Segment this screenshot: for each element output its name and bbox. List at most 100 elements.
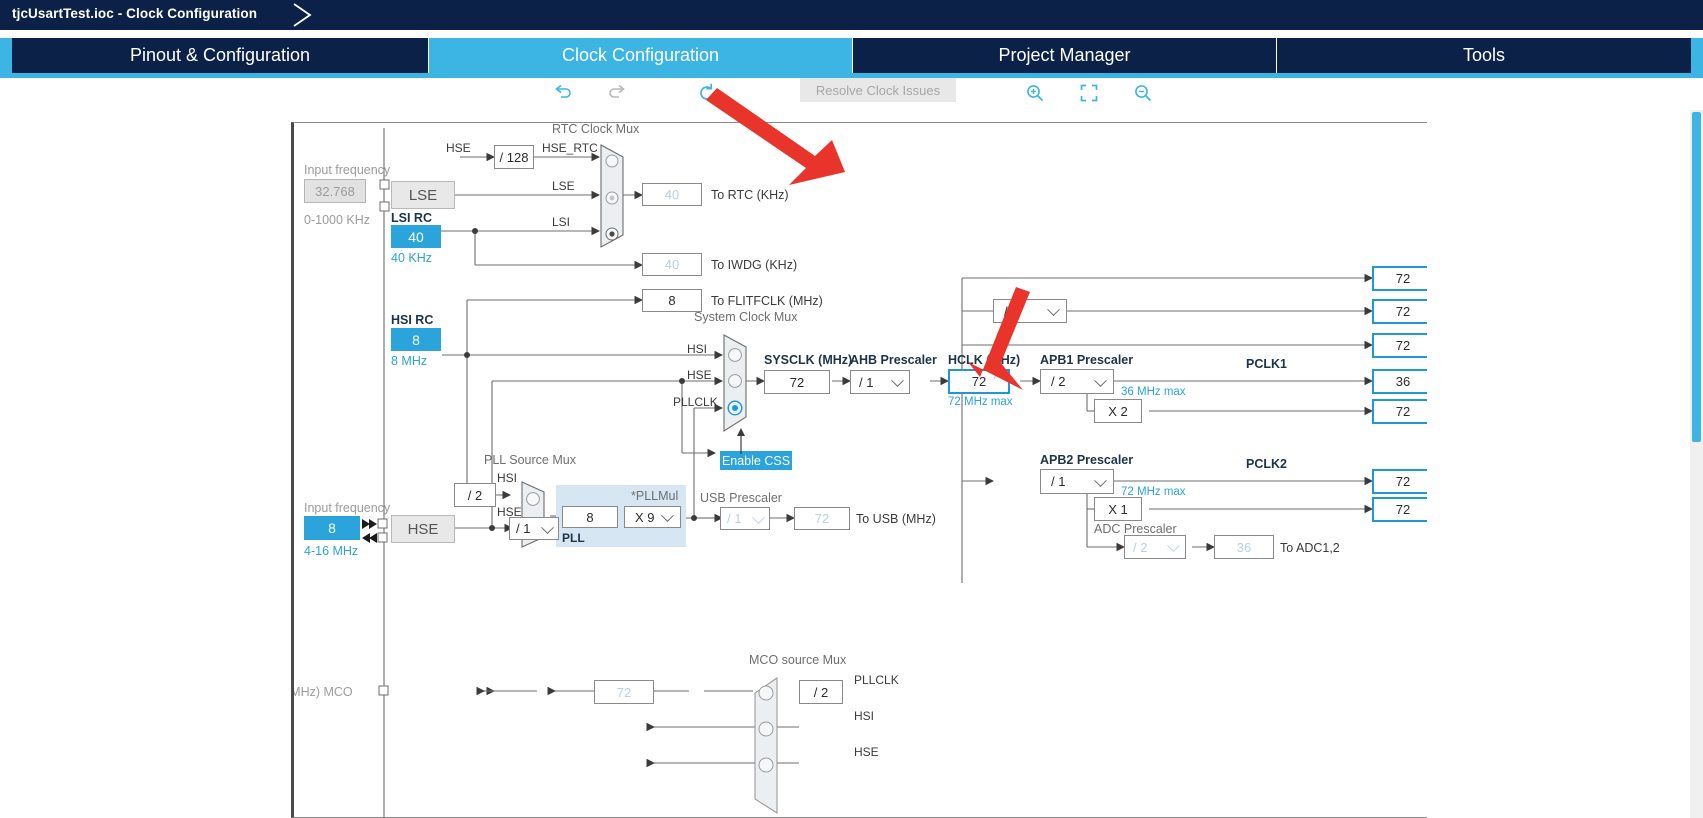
hse-oscillator-box[interactable]: HSE xyxy=(391,515,455,543)
mco-source-mux-shape[interactable] xyxy=(749,675,781,817)
hse-input-frequency-field[interactable]: 8 xyxy=(304,516,360,540)
cortex-systimer-prescaler-select[interactable]: / 1 xyxy=(993,299,1067,323)
to-flitfclk-label: To FLITFCLK (MHz) xyxy=(711,294,823,308)
apb2-prescaler-value: / 1 xyxy=(1051,474,1066,489)
lsi-signal-label: LSI xyxy=(552,215,571,229)
to-rtc-value[interactable]: 40 xyxy=(642,183,702,206)
tab-label: Project Manager xyxy=(998,45,1131,65)
ahb-prescaler-title: AHB Prescaler xyxy=(850,353,937,367)
to-iwdg-value[interactable]: 40 xyxy=(642,253,702,276)
zoom-out-button[interactable] xyxy=(1128,78,1158,108)
apb2-prescaler-title: APB2 Prescaler xyxy=(1040,453,1134,467)
usb-prescaler-select[interactable]: / 1 xyxy=(720,507,770,530)
mco-pllclk-label: PLLCLK xyxy=(854,673,899,687)
css-arrow-icon xyxy=(737,428,745,454)
lse-oscillator-box[interactable]: LSE xyxy=(391,181,455,209)
chevron-down-icon xyxy=(1167,539,1180,553)
system-clock-mux-shape[interactable] xyxy=(720,331,750,441)
apb1-prescaler-select[interactable]: / 2 xyxy=(1040,369,1114,394)
main-tabs: Pinout & Configuration Clock Configurati… xyxy=(0,30,1703,78)
pll-source-mux-title: PLL Source Mux xyxy=(484,453,576,467)
fclk-value[interactable]: 72 xyxy=(1372,333,1427,358)
to-flitfclk-value[interactable]: 8 xyxy=(642,289,702,312)
tab-label: Clock Configuration xyxy=(561,45,720,65)
chevron-down-icon xyxy=(752,510,765,524)
resolve-clock-issues-button[interactable]: Resolve Clock Issues xyxy=(800,78,956,102)
lse-signal-label: LSE xyxy=(552,179,575,193)
hse-rtc-divider[interactable]: / 128 xyxy=(494,145,534,169)
vertical-scrollbar[interactable] xyxy=(1690,110,1703,818)
tab-clock-configuration[interactable]: Clock Configuration xyxy=(429,38,853,73)
zoom-in-icon xyxy=(1027,85,1044,102)
redo-button[interactable] xyxy=(602,78,632,108)
to-adc-value[interactable]: 36 xyxy=(1214,535,1274,559)
hse-prescaler-select[interactable]: / 1 xyxy=(509,517,559,540)
chevron-down-icon xyxy=(1094,373,1107,387)
apb2-peripheral-value[interactable]: 72 xyxy=(1372,469,1427,494)
fit-to-screen-button[interactable] xyxy=(1074,78,1104,108)
mco-pll-divider[interactable]: / 2 xyxy=(799,680,843,704)
to-adc-label: To ADC1,2 xyxy=(1280,541,1340,555)
pll-hsi-divider[interactable]: / 2 xyxy=(454,483,496,507)
system-clock-mux-title: System Clock Mux xyxy=(694,310,798,324)
tab-project-manager[interactable]: Project Manager xyxy=(853,38,1277,73)
hse-range-label: 4-16 MHz xyxy=(304,544,359,558)
apb1-timer-multiplier[interactable]: X 2 xyxy=(1094,399,1142,423)
apb2-timer-value[interactable]: 72 xyxy=(1372,497,1427,522)
apb1-max-label: 36 MHz max xyxy=(1121,386,1186,398)
tab-label: Pinout & Configuration xyxy=(129,45,311,65)
sysmux-pllclk-label: PLLCLK xyxy=(673,395,718,409)
apb2-timer-multiplier[interactable]: X 1 xyxy=(1094,497,1142,521)
resolve-label: Resolve Clock Issues xyxy=(815,82,941,98)
hclk-value[interactable]: 72 xyxy=(948,369,1010,394)
apb1-peripheral-value[interactable]: 36 xyxy=(1372,369,1427,394)
lse-range-label: 0-1000 KHz xyxy=(304,213,371,227)
apb1-timer-value[interactable]: 72 xyxy=(1372,399,1427,424)
undo-button[interactable] xyxy=(548,78,578,108)
pllmul-select[interactable]: X 9 xyxy=(624,506,681,528)
clock-tree: Input frequency 32.768 0-1000 KHz LSE LS… xyxy=(294,123,1427,817)
tab-tools[interactable]: Tools xyxy=(1277,38,1691,73)
apb1-prescaler-title: APB1 Prescaler xyxy=(1040,353,1134,367)
enable-css-button[interactable]: Enable CSS xyxy=(720,451,792,470)
clock-tree-canvas[interactable]: Input frequency 32.768 0-1000 KHz LSE LS… xyxy=(291,122,1427,818)
adc-prescaler-value: / 2 xyxy=(1133,539,1148,555)
tab-pinout-configuration[interactable]: Pinout & Configuration xyxy=(12,38,429,73)
lse-input-frequency-field[interactable]: 32.768 xyxy=(304,179,366,203)
mco-hse-label: HSE xyxy=(854,745,879,759)
chevron-down-icon xyxy=(1094,473,1107,487)
chevron-down-icon xyxy=(661,509,674,523)
redo-icon xyxy=(609,84,625,98)
breadcrumb: tjcUsartTest.ioc - Clock Configuration xyxy=(12,6,258,21)
hclk-title: HCLK (MHz) xyxy=(948,353,1021,367)
lse-input-frequency-label: Input frequency xyxy=(304,163,391,177)
pll-panel-label: PLL xyxy=(562,531,585,545)
cortex-systimer-value[interactable]: 72 xyxy=(1372,299,1427,324)
apb1-prescaler-value: / 2 xyxy=(1051,374,1066,389)
cortex-systimer-prescaler-value: / 1 xyxy=(1004,303,1019,319)
chevron-down-icon xyxy=(1047,303,1060,317)
ahb-prescaler-select[interactable]: / 1 xyxy=(850,370,910,394)
pll-source-mux-shape[interactable] xyxy=(518,479,548,551)
hse-rtc-signal-label: HSE_RTC xyxy=(542,141,598,155)
lsi-value-field[interactable]: 40 xyxy=(391,225,441,248)
hclk-ahb-value[interactable]: 72 xyxy=(1372,266,1427,291)
rtc-clock-mux-radios[interactable] xyxy=(597,141,627,251)
scrollbar-thumb[interactable] xyxy=(1692,112,1701,442)
hsi-value-field[interactable]: 8 xyxy=(391,328,441,351)
to-usb-value[interactable]: 72 xyxy=(794,507,850,530)
usb-prescaler-title: USB Prescaler xyxy=(700,491,782,505)
to-iwdg-label: To IWDG (KHz) xyxy=(711,258,798,272)
apb2-prescaler-select[interactable]: / 1 xyxy=(1040,469,1114,494)
reset-clock-button[interactable] xyxy=(692,78,722,108)
adc-prescaler-select[interactable]: / 2 xyxy=(1124,535,1186,559)
mco-pin-icon xyxy=(378,685,389,696)
sysclk-value[interactable]: 72 xyxy=(764,370,830,394)
pll-input-value[interactable]: 8 xyxy=(562,506,618,528)
zoom-out-icon xyxy=(1135,85,1152,102)
pclk2-label: PCLK2 xyxy=(1246,457,1287,471)
zoom-in-button[interactable] xyxy=(1020,78,1050,108)
mco-value[interactable]: 72 xyxy=(594,680,654,704)
mco-source-mux-title: MCO source Mux xyxy=(749,653,847,667)
hclk-max-label: 72 MHz max xyxy=(948,396,1013,408)
